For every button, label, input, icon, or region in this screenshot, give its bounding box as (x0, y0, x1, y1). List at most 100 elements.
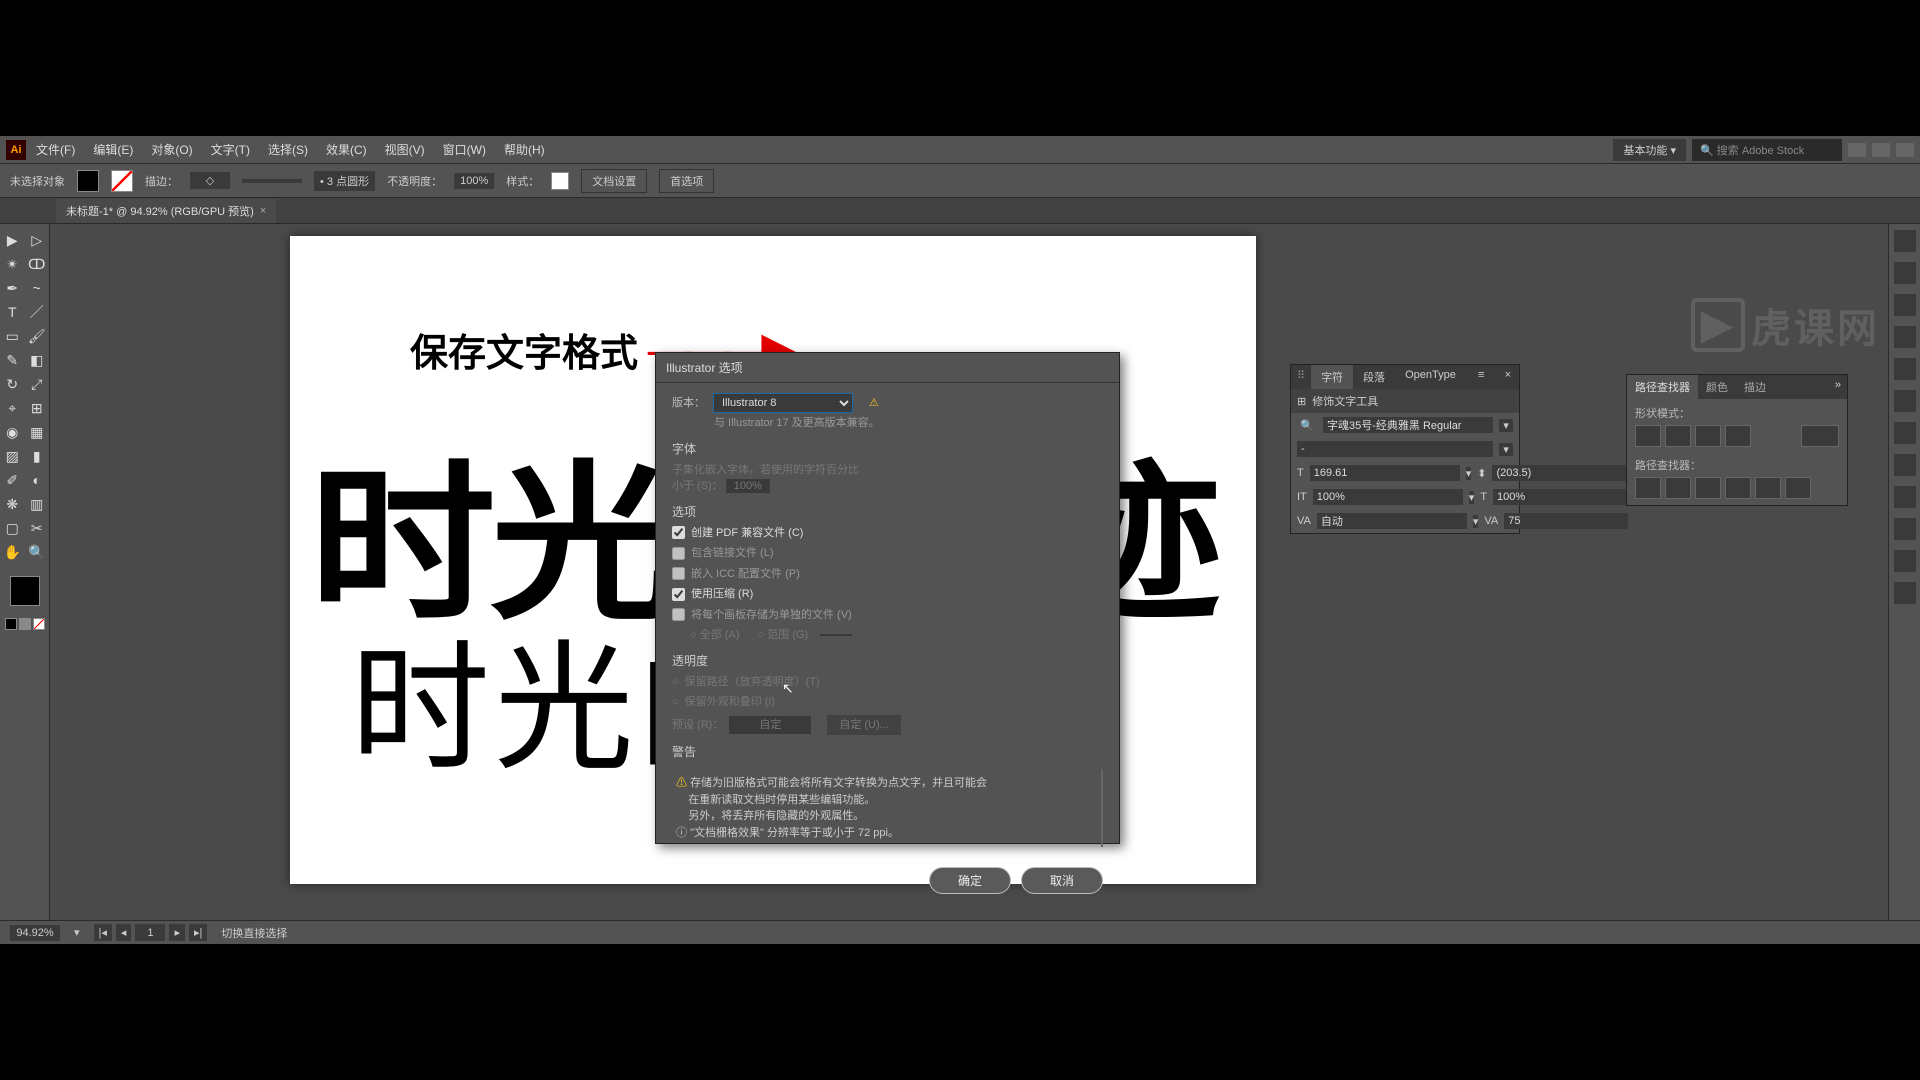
dock-artboards-icon[interactable] (1894, 582, 1916, 604)
opacity-value[interactable]: 100% (454, 173, 494, 189)
menu-help[interactable]: 帮助(H) (496, 137, 553, 162)
dock-brushes-icon[interactable] (1894, 294, 1916, 316)
trim-button[interactable] (1665, 477, 1691, 499)
prefs-button[interactable]: 首选项 (659, 169, 714, 193)
tab-paragraph[interactable]: 段落 (1353, 365, 1395, 389)
dock-swatches-icon[interactable] (1894, 262, 1916, 284)
gradient-mode[interactable] (19, 618, 31, 630)
dock-appearance-icon[interactable] (1894, 454, 1916, 476)
menu-file[interactable]: 文件(F) (28, 137, 83, 162)
brush-picker[interactable] (242, 179, 302, 183)
perspective-tool[interactable]: ▦ (25, 420, 50, 444)
zoom-tool[interactable]: 🔍 (25, 540, 50, 564)
intersect-button[interactable] (1695, 425, 1721, 447)
outline-button[interactable] (1755, 477, 1781, 499)
menu-edit[interactable]: 编辑(E) (85, 137, 141, 162)
mesh-tool[interactable]: ▨ (0, 444, 25, 468)
opt-use-compression[interactable]: 使用压缩 (R) (672, 586, 1103, 603)
divide-button[interactable] (1635, 477, 1661, 499)
panel-close-icon[interactable]: × (1497, 365, 1519, 389)
eraser-tool[interactable]: ◧ (25, 348, 50, 372)
window-close[interactable] (1896, 143, 1914, 157)
pathfinder-panel[interactable]: 路径查找器 颜色 描边 » 形状模式： 路径查找器： (1626, 374, 1848, 506)
shaper-tool[interactable]: ✎ (0, 348, 25, 372)
menu-object[interactable]: 对象(O) (143, 137, 200, 162)
panel-menu-icon[interactable]: ≡ (1470, 365, 1492, 389)
minus-back-button[interactable] (1785, 477, 1811, 499)
vertical-scale[interactable] (1313, 489, 1463, 505)
window-minimize[interactable] (1848, 143, 1866, 157)
free-transform-tool[interactable]: ⊞ (25, 396, 50, 420)
dock-symbols-icon[interactable] (1894, 326, 1916, 348)
canvas[interactable]: 保存文字格式 ———▶ 时光的痕迹 时光的痕迹 Illustrator 选项 版… (50, 224, 1628, 920)
kerning[interactable] (1317, 513, 1467, 529)
expand-button[interactable] (1801, 425, 1839, 447)
stroke-profile[interactable]: • 3 点圆形 (314, 171, 375, 191)
symbol-sprayer-tool[interactable]: ❋ (0, 492, 25, 516)
prev-artboard[interactable]: ◂ (116, 924, 132, 941)
first-artboard[interactable]: |◂ (94, 924, 112, 941)
direct-select-tool[interactable]: ▷ (25, 228, 50, 252)
pen-tool[interactable]: ✒ (0, 276, 25, 300)
next-artboard[interactable]: ▸ (169, 924, 185, 941)
width-tool[interactable]: ⌖ (0, 396, 25, 420)
none-mode[interactable] (33, 618, 45, 630)
ok-button[interactable]: 确定 (929, 867, 1011, 894)
panel-expand-icon[interactable]: » (1829, 375, 1847, 399)
color-mode[interactable] (5, 618, 17, 630)
dock-transparency-icon[interactable] (1894, 422, 1916, 444)
artboard-tool[interactable]: ▢ (0, 516, 25, 540)
line-tool[interactable]: ／ (25, 300, 50, 324)
type-tool[interactable]: T (0, 300, 25, 324)
font-style[interactable] (1297, 441, 1493, 457)
opt-pdf-compat[interactable]: 创建 PDF 兼容文件 (C) (672, 525, 1103, 542)
menu-effect[interactable]: 效果(C) (318, 137, 375, 162)
search-stock[interactable]: 🔍 搜索 Adobe Stock (1692, 139, 1842, 161)
hand-tool[interactable]: ✋ (0, 540, 25, 564)
leading[interactable] (1492, 465, 1628, 481)
graph-tool[interactable]: ▥ (25, 492, 50, 516)
minus-front-button[interactable] (1665, 425, 1691, 447)
crop-button[interactable] (1725, 477, 1751, 499)
menu-view[interactable]: 视图(V) (377, 137, 433, 162)
touch-type-icon[interactable]: ⊞ (1297, 395, 1306, 408)
window-maximize[interactable] (1872, 143, 1890, 157)
menu-type[interactable]: 文字(T) (203, 137, 258, 162)
tab-stroke[interactable]: 描边 (1736, 375, 1774, 399)
tab-color[interactable]: 颜色 (1698, 375, 1736, 399)
font-size[interactable] (1310, 465, 1460, 481)
version-select[interactable]: Illustrator 8 (713, 393, 853, 413)
rectangle-tool[interactable]: ▭ (0, 324, 25, 348)
dock-color-icon[interactable] (1894, 230, 1916, 252)
selection-tool[interactable]: ▶ (0, 228, 25, 252)
cancel-button[interactable]: 取消 (1021, 867, 1103, 894)
blend-tool[interactable]: ◐ (25, 468, 50, 492)
menu-window[interactable]: 窗口(W) (435, 137, 494, 162)
dock-asset-export-icon[interactable] (1894, 550, 1916, 572)
stroke-weight[interactable]: ◇ (190, 172, 230, 189)
tab-opentype[interactable]: OpenType (1395, 365, 1466, 389)
shape-builder-tool[interactable]: ◉ (0, 420, 25, 444)
eyedropper-tool[interactable]: ✐ (0, 468, 25, 492)
panel-grip-icon[interactable]: ⠿ (1291, 365, 1311, 389)
dock-layers-icon[interactable] (1894, 518, 1916, 540)
font-dropdown[interactable]: ▾ (1499, 419, 1513, 432)
fill-stroke-swatch[interactable] (10, 576, 40, 606)
dock-graphic-styles-icon[interactable] (1894, 486, 1916, 508)
scale-tool[interactable]: ⤢ (25, 372, 50, 396)
fill-swatch[interactable] (77, 170, 99, 192)
tab-pathfinder[interactable]: 路径查找器 (1627, 375, 1698, 399)
font-family[interactable] (1323, 417, 1493, 433)
merge-button[interactable] (1695, 477, 1721, 499)
lasso-tool[interactable]: ↀ (25, 252, 50, 276)
doc-setup-button[interactable]: 文档设置 (581, 169, 647, 193)
zoom-level[interactable] (10, 925, 60, 941)
stroke-swatch[interactable] (111, 170, 133, 192)
menu-select[interactable]: 选择(S) (260, 137, 316, 162)
character-panel[interactable]: ⠿ 字符 段落 OpenType ≡ × ⊞修饰文字工具 🔍▾ ▾ T▾ ⬍▾ … (1290, 364, 1520, 534)
tracking[interactable] (1504, 513, 1628, 529)
document-tab[interactable]: 未标题-1* @ 94.92% (RGB/GPU 预览)× (56, 199, 276, 223)
workspace-switcher[interactable]: 基本功能 ▾ (1613, 139, 1686, 161)
unite-button[interactable] (1635, 425, 1661, 447)
last-artboard[interactable]: ▸| (189, 924, 207, 941)
